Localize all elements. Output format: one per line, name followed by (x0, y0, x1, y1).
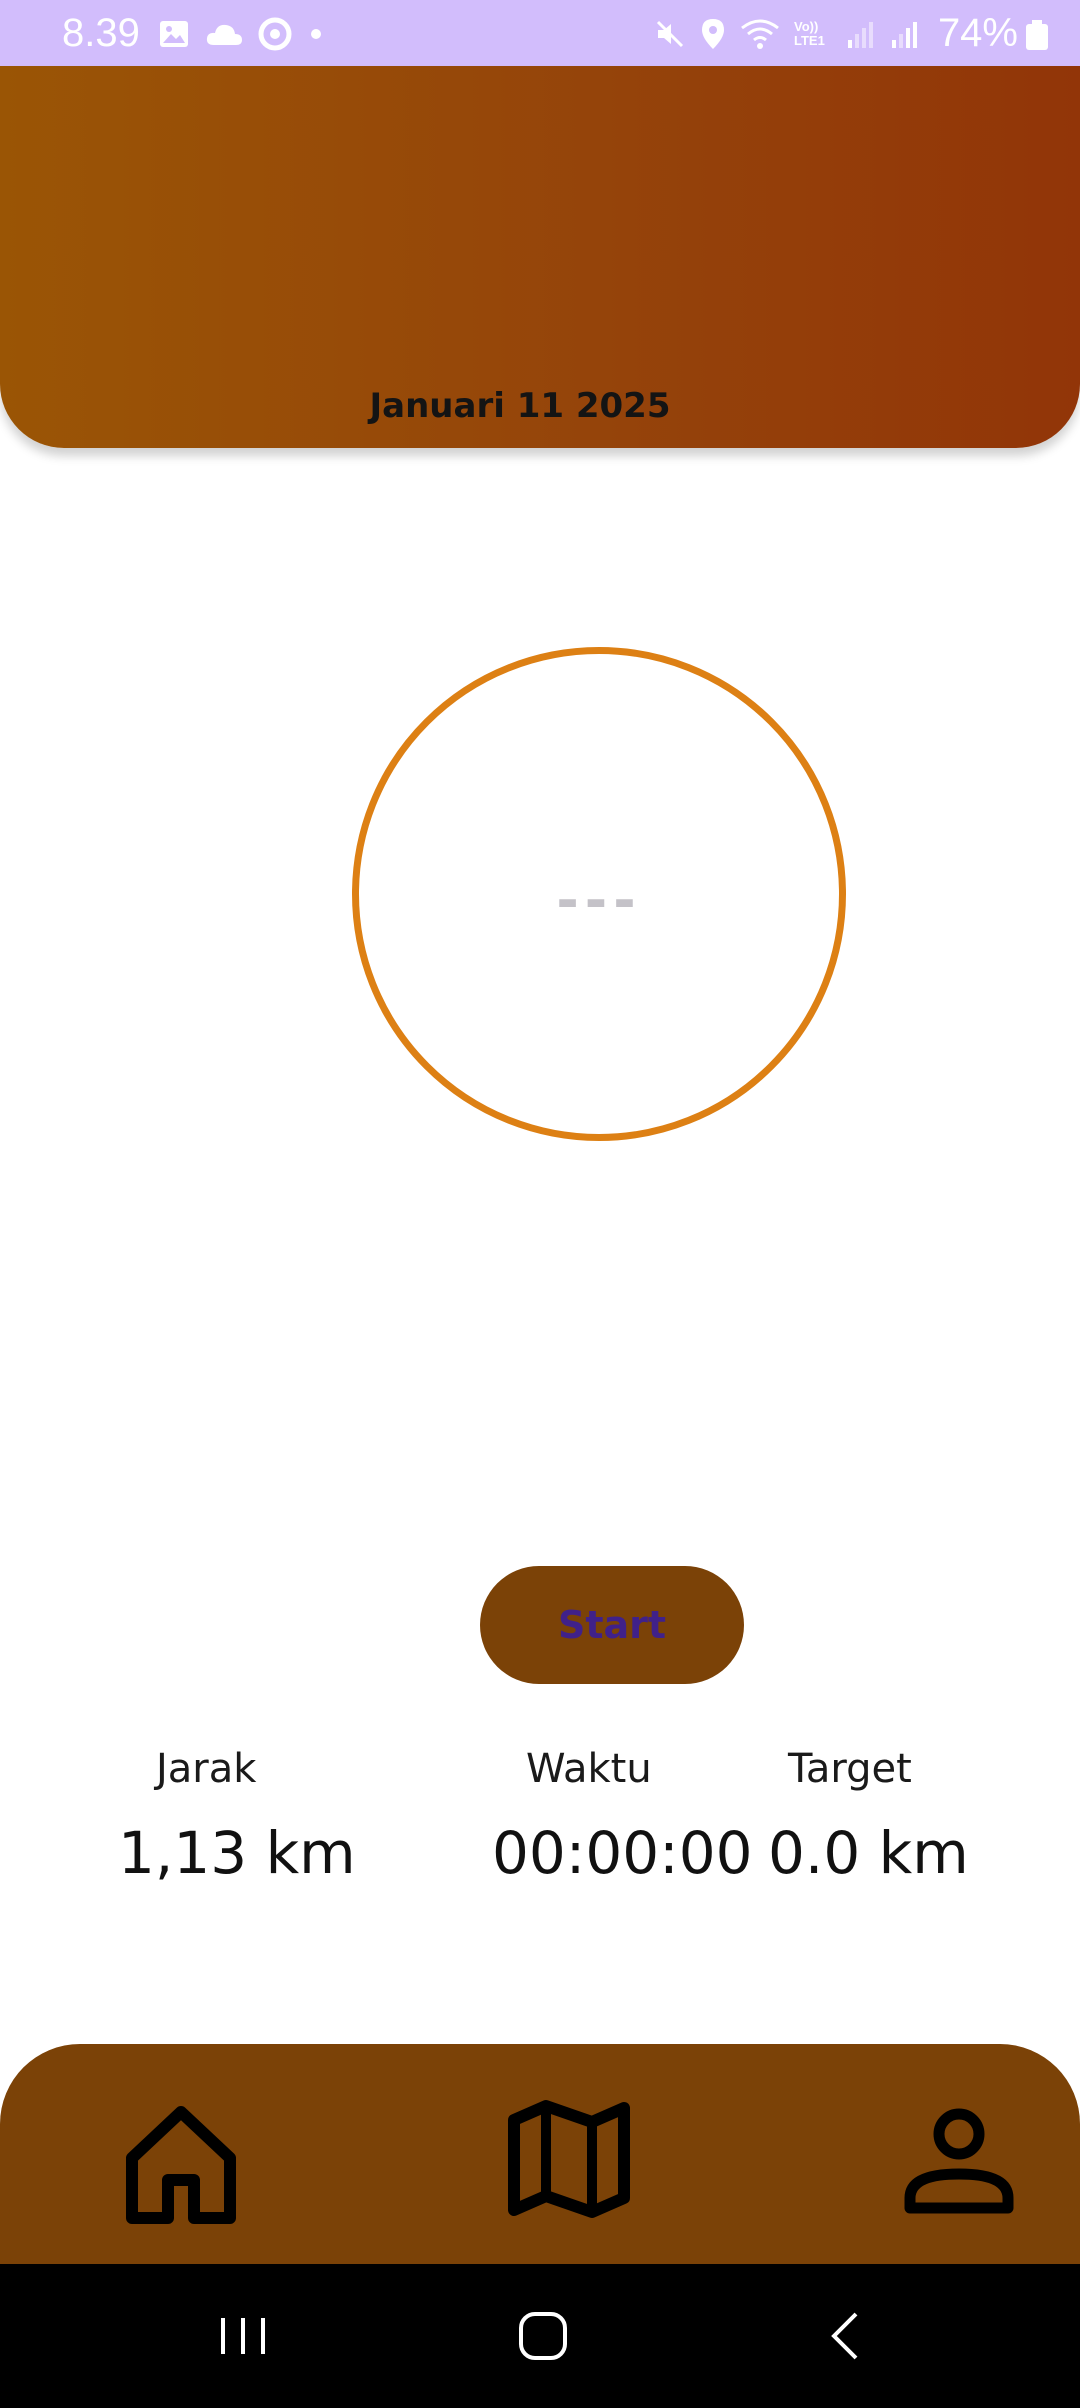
status-bar: 8.39 Vo)) LTE1 74% (0, 0, 1080, 66)
battery-percent: 74% (937, 11, 1018, 55)
progress-ring: --- (352, 647, 846, 1141)
header-banner: Januari 11 2025 (0, 66, 1080, 448)
home-button-icon[interactable] (508, 2304, 578, 2368)
status-right-icons: Vo)) LTE1 (654, 16, 920, 52)
date-label: Januari 11 2025 (369, 386, 671, 426)
battery-icon (1026, 20, 1048, 50)
signal-icon (892, 22, 917, 48)
signal-icon (848, 22, 873, 48)
system-nav-bar (0, 2264, 1080, 2408)
nav-map[interactable] (504, 2094, 634, 2224)
recent-apps-icon[interactable] (208, 2304, 278, 2368)
screen: 8.39 Vo)) LTE1 74% Januari 11 2025 --- S… (0, 0, 1080, 2408)
profile-icon (904, 2108, 1014, 2214)
nav-profile[interactable] (894, 2094, 1024, 2224)
target-label: Target (788, 1746, 912, 1792)
circle-app-icon (258, 17, 292, 51)
location-icon (702, 19, 724, 49)
gallery-icon (160, 21, 188, 47)
back-icon[interactable] (812, 2304, 882, 2368)
network-type-label: Vo)) LTE1 (794, 19, 825, 48)
nav-home[interactable] (116, 2094, 246, 2224)
wifi-icon (741, 19, 779, 49)
time-value: 00:00:00 (492, 1819, 753, 1887)
bottom-nav (0, 2044, 1080, 2264)
distance-label: Jarak (156, 1746, 257, 1792)
status-left-icons (158, 16, 326, 52)
time-label: Waktu (526, 1746, 652, 1792)
circle-value: --- (556, 869, 642, 932)
target-value: 0.0 km (768, 1819, 969, 1887)
home-icon (126, 2106, 236, 2224)
map-icon (508, 2100, 630, 2218)
status-time: 8.39 (62, 11, 140, 55)
start-button[interactable]: Start (480, 1566, 744, 1684)
cloud-icon (206, 24, 242, 45)
distance-value: 1,13 km (118, 1819, 356, 1887)
mute-icon (656, 20, 684, 48)
dot-icon (311, 29, 321, 39)
